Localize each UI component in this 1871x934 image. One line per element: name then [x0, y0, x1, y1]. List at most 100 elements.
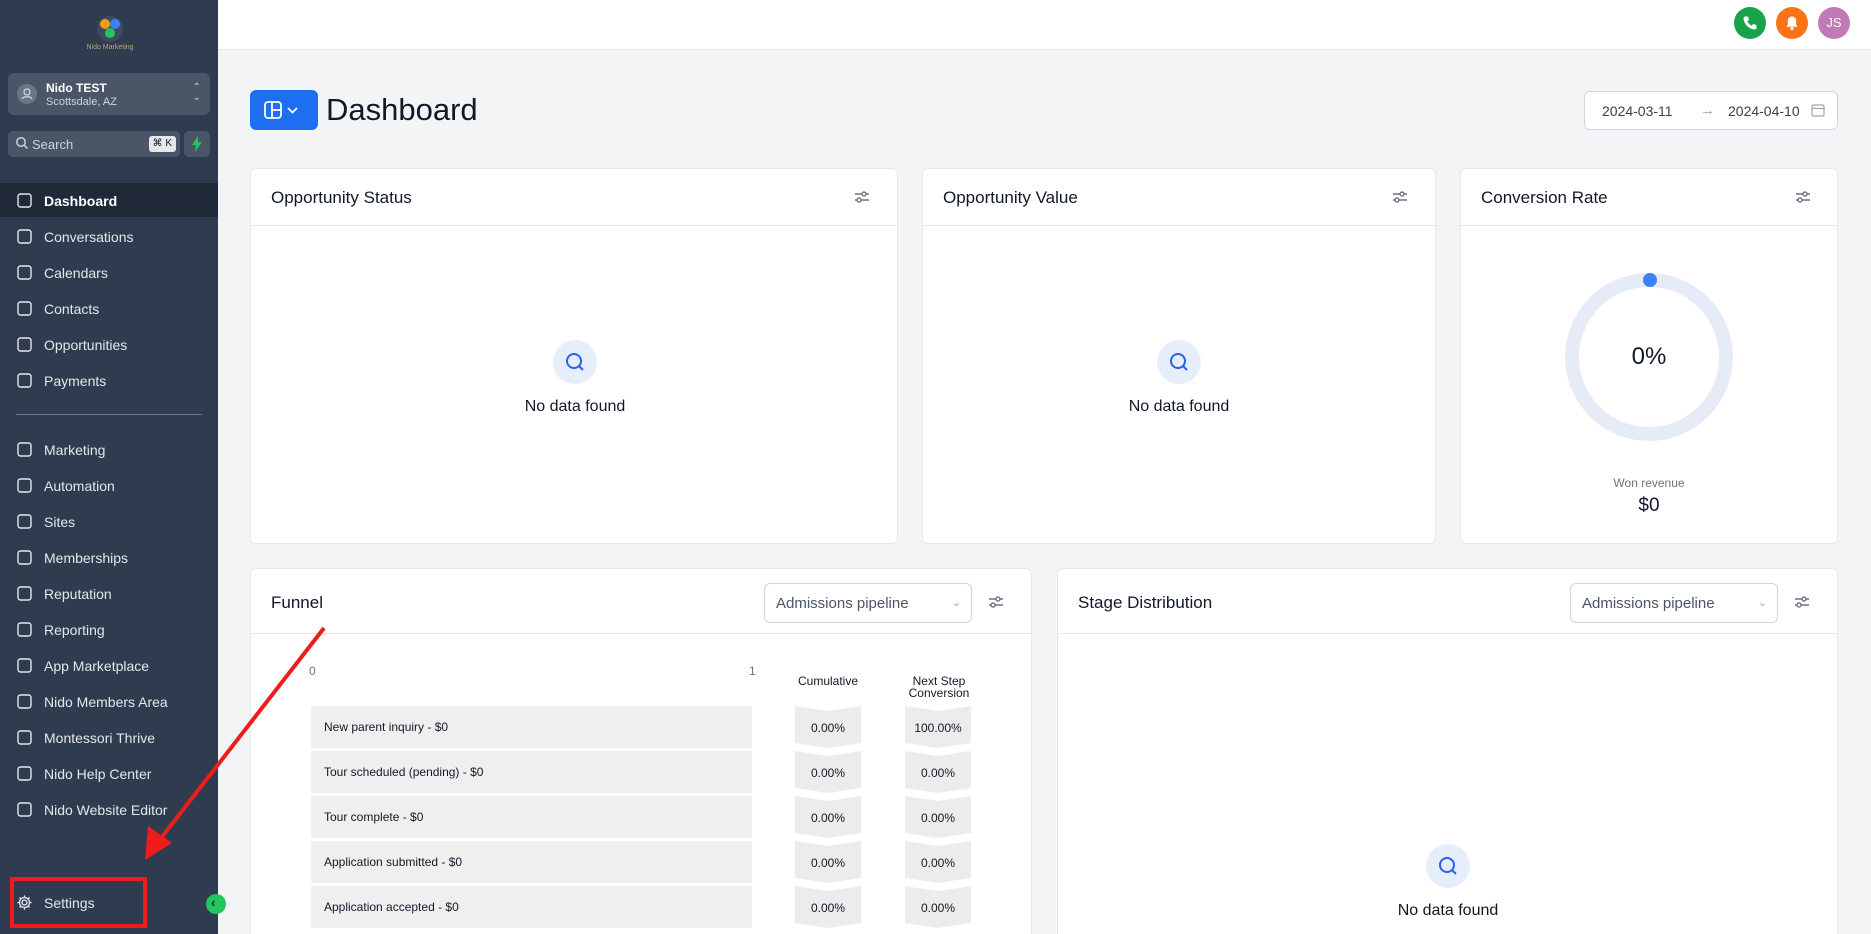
cumulative-value: 0.00%	[810, 856, 846, 870]
card-title: Opportunity Status	[271, 188, 412, 207]
collapse-sidebar-button[interactable]: ‹	[206, 894, 226, 914]
sidebar-item-montessori-thrive[interactable]: Montessori Thrive	[0, 720, 218, 754]
date-end[interactable]: 2024-04-10	[1728, 103, 1806, 119]
bell-icon	[1786, 16, 1798, 31]
empty-text: No data found	[1397, 902, 1499, 919]
next-step-cell: 0.00%	[905, 886, 971, 928]
sidebar-item-label: Contacts	[44, 301, 100, 317]
empty-state: No data found	[1348, 844, 1548, 920]
dashboard-icon	[16, 192, 33, 209]
notifications-button[interactable]	[1776, 7, 1808, 39]
phone-icon	[1743, 16, 1757, 30]
sidebar-item-label: Reporting	[44, 622, 105, 638]
date-range-picker[interactable]: 2024-03-11 → 2024-04-10	[1584, 91, 1838, 130]
sidebar-item-sites[interactable]: Sites	[0, 504, 218, 538]
sidebar-item-label: App Marketplace	[44, 658, 150, 674]
help-users-icon	[16, 765, 33, 782]
card-title: Conversion Rate	[1481, 188, 1608, 207]
filter-icon[interactable]	[853, 188, 871, 206]
next-step-value: 100.00%	[914, 721, 962, 735]
cumulative-value: 0.00%	[810, 901, 846, 915]
search-icon	[1426, 844, 1470, 888]
card-header: Opportunity Value	[923, 169, 1435, 226]
filter-icon[interactable]	[1794, 188, 1812, 206]
cumulative-value: 0.00%	[810, 766, 846, 780]
sidebar-item-label: Marketing	[44, 442, 106, 458]
sidebar-item-conversations[interactable]: Conversations	[0, 219, 218, 253]
next-step-value: 0.00%	[920, 766, 956, 780]
sidebar-item-reporting[interactable]: Reporting	[0, 612, 218, 646]
date-start[interactable]: 2024-03-11	[1602, 103, 1673, 119]
search-icon	[16, 137, 29, 150]
funnel-stage-row: Application accepted - $0	[311, 886, 752, 928]
sidebar-item-memberships[interactable]: Memberships	[0, 540, 218, 574]
arrow-right-icon: →	[1700, 102, 1715, 119]
sidebar-item-calendars[interactable]: Calendars	[0, 255, 218, 289]
dashboard-switcher-button[interactable]	[250, 90, 318, 130]
calendar-icon	[16, 264, 33, 281]
card-title: Stage Distribution	[1078, 593, 1213, 612]
phone-button[interactable]	[1734, 7, 1766, 39]
won-revenue-label: Won revenue	[1613, 476, 1685, 490]
account-switcher[interactable]: Nido TEST Scottsdale, AZ ⌃ ⌄	[8, 73, 210, 115]
chevron-down-icon: ⌄	[1757, 597, 1767, 609]
search-icon	[1157, 340, 1201, 384]
opportunity-status-card: Opportunity Status No data found	[250, 168, 898, 544]
sidebar-item-automation[interactable]: Automation	[0, 468, 218, 502]
cumulative-cell: 0.00%	[795, 796, 861, 838]
next-step-header-line2: Conversion	[908, 686, 970, 700]
graduation-icon	[16, 549, 33, 566]
sidebar-item-nido-members-area[interactable]: Nido Members Area	[0, 684, 218, 718]
next-step-value: 0.00%	[920, 856, 956, 870]
sidebar-item-label: Montessori Thrive	[44, 730, 156, 746]
funnel-stage-label: New parent inquiry - $0	[324, 720, 449, 734]
search-input[interactable]: Search ⌘ K	[8, 131, 180, 157]
pipeline-select[interactable]: Admissions pipeline ⌄	[764, 583, 972, 623]
next-step-cell: 0.00%	[905, 751, 971, 793]
sidebar-item-payments[interactable]: Payments	[0, 363, 218, 397]
funnel-card: Funnel Admissions pipeline ⌄ 0 1 Cumulat…	[250, 568, 1032, 934]
filter-icon[interactable]	[987, 593, 1005, 611]
sidebar-item-reputation[interactable]: Reputation	[0, 576, 218, 610]
sidebar-item-nido-help-center[interactable]: Nido Help Center	[0, 756, 218, 790]
layout-icon	[264, 101, 298, 119]
pipeline-select-value: Admissions pipeline	[1582, 595, 1715, 612]
stage-distribution-card: Stage Distribution Admissions pipeline ⌄…	[1057, 568, 1838, 934]
next-step-value: 0.00%	[920, 901, 956, 915]
pipeline-select[interactable]: Admissions pipeline ⌄	[1570, 583, 1778, 623]
quick-actions-button[interactable]	[184, 131, 210, 157]
cumulative-value: 0.00%	[810, 721, 846, 735]
funnel-axis-min: 0	[309, 664, 316, 678]
account-name: Nido TEST	[46, 81, 107, 95]
sidebar-item-label: Conversations	[44, 229, 134, 245]
card-header: Opportunity Status	[251, 169, 897, 226]
cumulative-cell: 0.00%	[795, 886, 861, 928]
pipeline-select-value: Admissions pipeline	[776, 595, 909, 612]
wrench-icon	[16, 801, 33, 818]
chevron-left-icon: ‹	[211, 895, 216, 910]
apps-icon	[16, 657, 33, 674]
filter-icon[interactable]	[1391, 188, 1409, 206]
gauge-marker	[1643, 273, 1657, 287]
leaf-icon	[16, 729, 33, 746]
sidebar-item-app-marketplace[interactable]: App Marketplace	[0, 648, 218, 682]
brand-logo[interactable]: Nido Marketing	[84, 16, 136, 56]
funnel-axis-max: 1	[749, 664, 756, 678]
cumulative-cell: 0.00%	[795, 841, 861, 883]
sidebar-item-marketing[interactable]: Marketing	[0, 432, 218, 466]
filter-icon[interactable]	[1793, 593, 1811, 611]
funnel-stage-label: Application accepted - $0	[324, 900, 459, 914]
sidebar-item-opportunities[interactable]: Opportunities	[0, 327, 218, 361]
empty-text: No data found	[524, 398, 626, 415]
sidebar-item-dashboard[interactable]: Dashboard	[0, 183, 218, 217]
card-header: Stage Distribution Admissions pipeline ⌄	[1058, 569, 1837, 634]
user-avatar[interactable]: JS	[1818, 7, 1850, 39]
sidebar-item-nido-website-editor[interactable]: Nido Website Editor	[0, 792, 218, 826]
funnel-stage-label: Application submitted - $0	[324, 855, 463, 869]
sidebar-item-contacts[interactable]: Contacts	[0, 291, 218, 325]
account-avatar-icon	[17, 84, 37, 104]
sidebar-item-label: Opportunities	[44, 337, 128, 353]
cumulative-cell: 0.00%	[795, 751, 861, 793]
empty-state: No data found	[1079, 340, 1279, 416]
sidebar-item-label: Payments	[44, 373, 107, 389]
